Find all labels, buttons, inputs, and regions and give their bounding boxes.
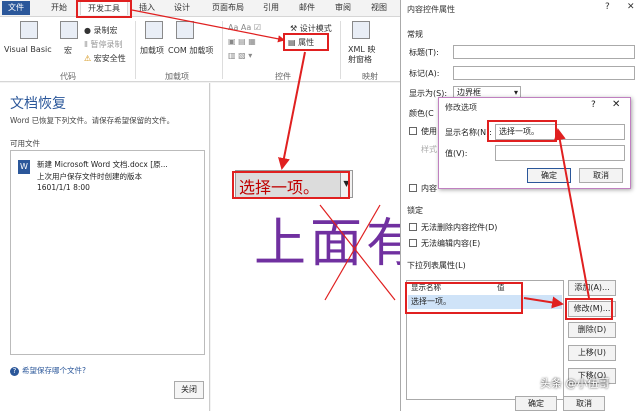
use-style-label: 使用	[421, 127, 437, 136]
macro-icon	[60, 21, 78, 39]
title-input[interactable]	[453, 45, 635, 59]
help-icon[interactable]: ?	[605, 2, 610, 12]
dropdown-section-label: 下拉列表属性(L)	[407, 261, 466, 270]
modify-option-dialog: 修改选项 ? ✕ 显示名称(N): 选择一项。 值(V): 确定 取消	[438, 97, 631, 189]
xml-mapping-icon	[352, 21, 370, 39]
control-aa-icon[interactable]: Aa Aa ☑	[228, 23, 261, 32]
annotation-properties-box	[283, 33, 329, 51]
close-icon[interactable]: ✕	[627, 2, 635, 12]
record-icon: ●	[84, 26, 94, 35]
group-separator	[340, 21, 341, 79]
content-checkbox[interactable]	[409, 184, 417, 192]
tab-insert[interactable]: 插入	[136, 1, 158, 15]
tab-mailings[interactable]: 邮件	[294, 1, 320, 15]
style-label: 样式	[421, 145, 437, 154]
group-label-addins: 加载项	[165, 72, 189, 81]
design-mode-icon: ⚒	[290, 24, 300, 33]
display-name-label: 显示名称(N):	[445, 128, 492, 137]
macro-security-button[interactable]: ⚠ 宏安全性	[84, 53, 126, 64]
macro-button[interactable]: 宏	[64, 45, 72, 56]
close-icon[interactable]: ✕	[612, 99, 620, 110]
document-body-text: 上面有	[254, 214, 423, 274]
add-button[interactable]: 添加(A)...	[568, 280, 616, 296]
general-section-label: 常规	[407, 30, 423, 39]
record-macro-button[interactable]: ● 录制宏	[84, 25, 118, 36]
tag-input[interactable]	[453, 66, 635, 80]
visual-basic-button[interactable]: Visual Basic	[4, 45, 52, 54]
tab-home[interactable]: 开始	[46, 1, 72, 15]
title-label: 标题(T):	[409, 48, 439, 57]
annotation-display-name-box	[487, 120, 557, 142]
move-up-button[interactable]: 上移(U)	[568, 345, 616, 361]
annotation-grid-row-box	[405, 282, 523, 314]
group-separator	[222, 21, 223, 79]
tab-file[interactable]: 文件	[2, 1, 30, 15]
modify-dialog-title: 修改选项	[445, 103, 477, 112]
annotation-control-box	[232, 171, 350, 199]
addins-icon	[145, 21, 163, 39]
pause-record-button[interactable]: Ⅱ 暂停录制	[84, 39, 122, 50]
available-files-label: 可用文件	[10, 139, 40, 148]
ribbon-tabbar: 文件 开始 开发工具 插入 设计 页面布局 引用 邮件 审阅 视图	[0, 0, 400, 16]
annotation-modify-button-box	[565, 298, 613, 320]
watermark: 头条 @小伍哥	[540, 377, 610, 390]
file-detail: 上次用户保存文件时创建的版本	[37, 172, 142, 181]
document-recovery-pane: 文档恢复 Word 已恢复下列文件。请保存希望保留的文件。 可用文件 W 新建 …	[0, 83, 210, 411]
group-separator	[135, 21, 136, 79]
xml-mapping-button-line2[interactable]: 射窗格	[348, 54, 372, 65]
tab-layout[interactable]: 页面布局	[208, 1, 248, 15]
which-file-help-link[interactable]: ? 希望保存哪个文件?	[10, 365, 86, 376]
tab-design[interactable]: 设计	[170, 1, 194, 15]
ribbon: Visual Basic 宏 ● 录制宏 Ⅱ 暂停录制 ⚠ 宏安全性 加载项 C…	[0, 16, 400, 82]
help-icon[interactable]: ?	[591, 100, 596, 110]
ok-button[interactable]: 确定	[515, 396, 557, 411]
dialog-title: 内容控件属性	[407, 5, 455, 14]
content-label: 内容	[421, 184, 437, 193]
tab-review[interactable]: 审阅	[330, 1, 356, 15]
recovery-title: 文档恢复	[10, 96, 66, 112]
word-document-icon: W	[18, 160, 30, 174]
tag-label: 标记(A):	[409, 69, 440, 78]
modify-cancel-button[interactable]: 取消	[579, 168, 623, 183]
content-control-properties-dialog: 内容控件属性 ? ✕ 常规 标题(T): 标记(A): 显示为(S): 边界框 ▾…	[400, 0, 640, 411]
warning-icon: ⚠	[84, 54, 94, 63]
lock-delete-checkbox[interactable]	[409, 223, 417, 231]
control-legacy-icon[interactable]: ▥ ▧ ▾	[228, 51, 252, 60]
value-label: 值(V):	[445, 149, 468, 158]
delete-button[interactable]: 删除(D)	[568, 322, 616, 338]
com-addins-button[interactable]: COM 加载项	[168, 45, 213, 56]
annotation-developer-tab-box	[76, 0, 132, 18]
recovered-file-list: W 新建 Microsoft Word 文档.docx [原... 上次用户保存…	[10, 150, 205, 355]
modify-ok-button[interactable]: 确定	[527, 168, 571, 183]
lock-edit-checkbox[interactable]	[409, 239, 417, 247]
use-style-checkbox[interactable]	[409, 127, 417, 135]
lock-section-label: 锁定	[407, 206, 423, 215]
lock-edit-label: 无法编辑内容(E)	[421, 239, 481, 248]
lock-delete-label: 无法删除内容控件(D)	[421, 223, 498, 232]
help-icon: ?	[10, 367, 19, 376]
group-label-controls: 控件	[275, 72, 291, 81]
file-date: 1601/1/1 8:00	[37, 183, 90, 192]
com-addins-icon	[176, 21, 194, 39]
group-label-code: 代码	[60, 72, 76, 81]
color-label: 颜色(C	[409, 109, 434, 118]
control-picture-icon[interactable]: ▣ ▤ ▦	[228, 37, 256, 46]
group-label-mapping: 映射	[362, 72, 378, 81]
tab-view[interactable]: 视图	[366, 1, 392, 15]
list-item[interactable]: W 新建 Microsoft Word 文档.docx [原... 上次用户保存…	[15, 157, 201, 199]
cancel-button[interactable]: 取消	[563, 396, 605, 411]
tab-references[interactable]: 引用	[258, 1, 284, 15]
recovery-close-button[interactable]: 关闭	[174, 381, 204, 399]
recovery-description: Word 已恢复下列文件。请保存希望保留的文件。	[10, 116, 175, 125]
value-input[interactable]	[495, 145, 625, 161]
document-canvas: 选择一项。 ▼ 上面有	[211, 83, 418, 411]
file-name: 新建 Microsoft Word 文档.docx [原...	[37, 160, 168, 169]
addins-button[interactable]: 加载项	[140, 45, 164, 56]
visual-basic-icon	[20, 21, 38, 39]
